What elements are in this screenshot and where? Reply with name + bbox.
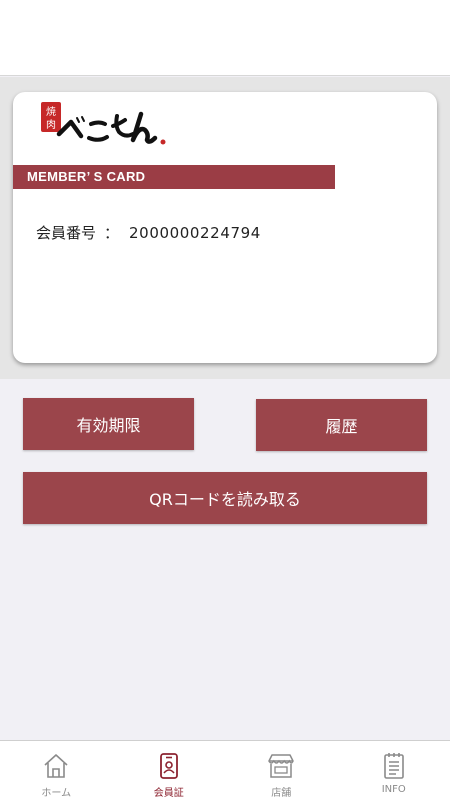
top-header <box>0 0 450 76</box>
svg-text:肉: 肉 <box>46 118 56 131</box>
member-number-label: 会員番号 <box>36 224 97 242</box>
tab-home[interactable]: ホーム <box>0 741 113 800</box>
card-area: 焼 肉 MEMBER’ S CARD 会員番号 ： 2000000224794 <box>0 77 450 379</box>
member-number-separator: ： <box>104 224 120 242</box>
tab-info[interactable]: INFO <box>338 741 450 800</box>
store-icon <box>266 751 296 781</box>
svg-text:焼: 焼 <box>46 106 56 118</box>
brand-logo-image: 焼 肉 <box>41 102 166 145</box>
member-card-icon <box>154 751 184 781</box>
home-icon <box>41 751 71 781</box>
member-card: 焼 肉 MEMBER’ S CARD 会員番号 ： 2000000224794 <box>13 92 437 363</box>
tab-member-card-label: 会員証 <box>153 788 184 799</box>
tab-store[interactable]: 店舗 <box>225 741 338 800</box>
bottom-tab-bar: ホーム 会員証 店舗 INFO <box>0 740 450 800</box>
tab-home-label: ホーム <box>41 788 72 799</box>
qr-scan-button[interactable]: QRコードを読み取る <box>23 472 427 524</box>
member-card-band: MEMBER’ S CARD <box>13 165 335 189</box>
history-button[interactable]: 履歴 <box>256 399 427 451</box>
brand-logo: 焼 肉 <box>39 98 169 158</box>
member-card-title: MEMBER’ S CARD <box>27 169 146 184</box>
tab-store-label: 店舗 <box>271 788 292 799</box>
info-clipboard-icon <box>379 751 409 781</box>
member-number-value: 2000000224794 <box>129 224 261 242</box>
tab-member-card[interactable]: 会員証 <box>113 741 226 800</box>
member-number-row: 会員番号 ： 2000000224794 <box>36 222 261 243</box>
tab-info-label: INFO <box>381 784 406 795</box>
expiry-button[interactable]: 有効期限 <box>23 398 194 450</box>
